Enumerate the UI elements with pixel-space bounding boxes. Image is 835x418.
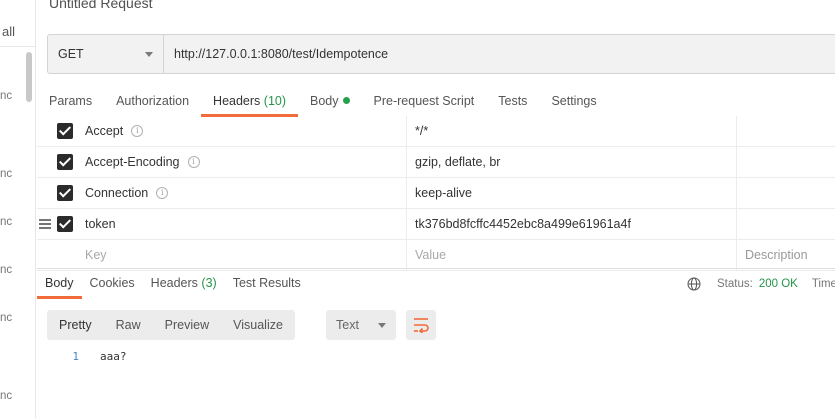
tab-label: Headers <box>150 276 198 290</box>
new-header-key-input[interactable]: Key <box>85 240 107 270</box>
tab-params[interactable]: Params <box>37 86 104 116</box>
header-value-cell[interactable]: keep-alive <box>406 178 736 208</box>
view-mode-group: Pretty Raw Preview Visualize <box>47 310 295 340</box>
header-description-cell[interactable] <box>736 209 835 239</box>
globe-icon[interactable] <box>687 277 701 291</box>
response-tab-body[interactable]: Body <box>37 269 82 299</box>
tab-label: Headers <box>213 94 261 108</box>
header-value-cell[interactable]: tk376bd8fcffc4452ebc8a499e61961a4f <box>406 209 736 239</box>
format-label: Text <box>336 318 359 332</box>
sidebar-item-fragment[interactable]: nc <box>0 168 12 180</box>
drag-handle-icon[interactable] <box>39 219 51 229</box>
response-tab-test-results[interactable]: Test Results <box>225 269 309 299</box>
tab-authorization[interactable]: Authorization <box>104 86 201 116</box>
time-label[interactable]: Time <box>812 278 835 290</box>
url-bar: GET http://127.0.0.1:8080/test/Idempoten… <box>47 34 835 74</box>
response-tabs: Body Cookies Headers (3) Test Results <box>37 269 309 299</box>
line-number: 1 <box>72 350 79 363</box>
header-key: Accept <box>85 124 124 138</box>
status-label: Status: <box>717 278 753 290</box>
response-status: Status: 200 OK Time <box>687 269 835 299</box>
sidebar: all nc nc nc nc nc nc <box>0 0 36 418</box>
header-key-cell[interactable]: token <box>85 209 116 239</box>
table-row: Accept i */* <box>37 116 835 147</box>
table-row-new: Key Value Description <box>37 240 835 271</box>
tab-tests[interactable]: Tests <box>486 86 539 116</box>
table-row: token tk376bd8fcffc4452ebc8a499e61961a4f <box>37 209 835 240</box>
tab-label: Body <box>310 94 339 108</box>
tab-label: Settings <box>551 94 597 108</box>
tab-label: Authorization <box>116 94 190 108</box>
sidebar-all-label[interactable]: all <box>2 24 15 39</box>
header-value-cell[interactable]: gzip, deflate, br <box>406 147 736 177</box>
method-label: GET <box>58 47 84 61</box>
chevron-down-icon <box>145 51 153 57</box>
request-tabs: Params Authorization Headers (10) Body P… <box>37 86 835 118</box>
wrap-lines-button[interactable] <box>406 310 436 340</box>
sidebar-item-fragment[interactable]: nc <box>0 312 12 324</box>
chevron-down-icon <box>378 322 386 328</box>
response-tab-headers[interactable]: Headers (3) <box>143 269 225 299</box>
tab-label: Test Results <box>232 276 301 290</box>
view-preview-button[interactable]: Preview <box>153 310 221 340</box>
header-enabled-checkbox[interactable] <box>57 185 73 201</box>
wrap-lines-icon <box>414 318 429 333</box>
header-enabled-checkbox[interactable] <box>57 123 73 139</box>
sidebar-scrollbar[interactable] <box>26 52 32 102</box>
header-description-cell[interactable] <box>736 116 835 146</box>
tab-settings[interactable]: Settings <box>539 86 608 116</box>
tab-pre-request-script[interactable]: Pre-request Script <box>362 86 487 116</box>
header-description-cell[interactable] <box>736 147 835 177</box>
tab-count: (10) <box>263 94 287 108</box>
header-key-cell[interactable]: Accept i <box>85 116 144 146</box>
view-raw-button[interactable]: Raw <box>104 310 153 340</box>
status-badge[interactable]: 200 OK <box>759 278 798 290</box>
view-visualize-button[interactable]: Visualize <box>221 310 295 340</box>
request-title[interactable]: Untitled Request <box>49 0 153 11</box>
header-key-cell[interactable]: Accept-Encoding i <box>85 147 200 177</box>
tab-headers[interactable]: Headers (10) <box>201 86 298 117</box>
header-key-cell[interactable]: Connection i <box>85 178 169 208</box>
tab-label: Pre-request Script <box>373 94 475 108</box>
tab-label: Tests <box>498 94 528 108</box>
sidebar-item-fragment[interactable]: nc <box>0 390 12 402</box>
tab-label: Body <box>45 276 74 290</box>
info-icon[interactable]: i <box>187 156 200 168</box>
table-row: Accept-Encoding i gzip, deflate, br <box>37 147 835 178</box>
header-description-cell[interactable] <box>736 178 835 208</box>
header-enabled-checkbox[interactable] <box>57 216 73 232</box>
info-icon[interactable]: i <box>131 125 144 137</box>
view-pretty-button[interactable]: Pretty <box>47 310 104 340</box>
new-header-value-input[interactable]: Value <box>406 240 736 270</box>
code-line: aaa? <box>100 350 127 363</box>
header-key: token <box>85 217 116 231</box>
sidebar-item-fragment[interactable]: nc <box>0 90 12 102</box>
tab-label: Cookies <box>89 276 135 290</box>
tab-label: Params <box>49 94 93 108</box>
sidebar-divider <box>0 46 35 47</box>
method-select[interactable]: GET <box>48 35 164 73</box>
table-row: Connection i keep-alive <box>37 178 835 209</box>
response-body-code[interactable]: 1 aaa? <box>47 350 127 363</box>
info-icon[interactable]: i <box>156 187 169 199</box>
response-tab-cookies[interactable]: Cookies <box>82 269 143 299</box>
headers-table: Accept i */* Accept-Encoding i gzip, defla… <box>37 116 835 271</box>
header-key: Connection <box>85 186 149 200</box>
sidebar-item-fragment[interactable]: nc <box>0 216 12 228</box>
header-value-cell[interactable]: */* <box>406 116 736 146</box>
new-header-description-input[interactable]: Description <box>736 240 835 270</box>
tab-body[interactable]: Body <box>298 86 362 116</box>
header-key: Accept-Encoding <box>85 155 180 169</box>
green-dot-icon <box>342 97 350 104</box>
tab-count: (3) <box>201 276 217 290</box>
header-enabled-checkbox[interactable] <box>57 154 73 170</box>
sidebar-item-fragment[interactable]: nc <box>0 264 12 276</box>
format-select[interactable]: Text <box>326 310 396 340</box>
url-input[interactable]: http://127.0.0.1:8080/test/Idempotence <box>164 35 835 73</box>
request-pane: Untitled Request GET http://127.0.0.1:80… <box>37 0 835 418</box>
